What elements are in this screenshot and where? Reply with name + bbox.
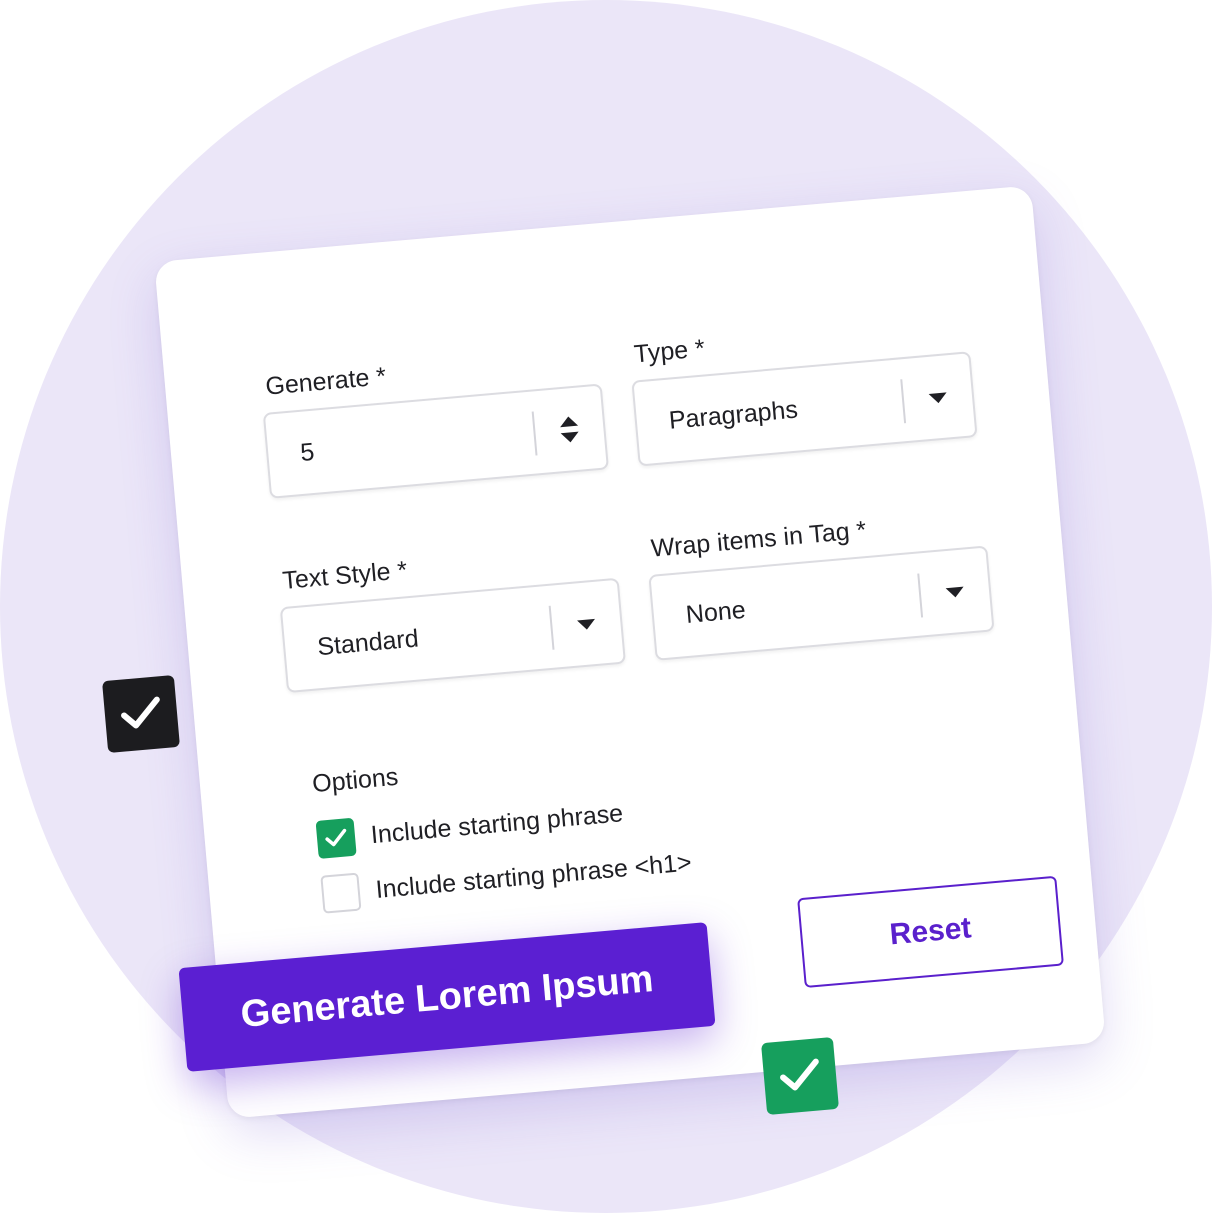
field-divider [531, 411, 538, 456]
option-row-starting-phrase[interactable]: Include starting phrase [315, 793, 624, 860]
text-style-label: Text Style * [281, 556, 409, 595]
generate-label: Generate * [264, 362, 388, 401]
wrap-tag-label: Wrap items in Tag * [649, 516, 868, 563]
decorative-dark-check-badge [101, 674, 181, 754]
reset-button[interactable]: Reset [797, 875, 1064, 989]
type-label: Type * [632, 334, 706, 369]
field-divider [917, 573, 924, 618]
decorative-green-check-badge [760, 1036, 840, 1116]
starting-phrase-h1-checkbox[interactable] [320, 872, 362, 914]
chevron-down-icon [928, 392, 947, 404]
type-dropdown[interactable]: Paragraphs [631, 351, 978, 467]
starting-phrase-checkbox[interactable] [315, 817, 357, 859]
type-value: Paragraphs [667, 395, 799, 435]
wrap-tag-value: None [684, 595, 747, 629]
starting-phrase-label: Include starting phrase [369, 798, 625, 849]
check-icon [780, 1058, 819, 1091]
text-style-value: Standard [316, 624, 420, 662]
options-heading: Options [311, 762, 400, 799]
text-style-dropdown[interactable]: Standard [279, 577, 626, 694]
chevron-down-icon [577, 618, 595, 630]
stepper-arrows-icon[interactable] [558, 413, 581, 447]
starting-phrase-h1-label: Include starting phrase <h1> [374, 847, 693, 904]
generate-value: 5 [299, 437, 316, 467]
generate-number-input[interactable]: 5 [262, 383, 609, 499]
check-icon [325, 828, 347, 847]
field-divider [548, 605, 555, 650]
chevron-down-icon [945, 586, 964, 598]
check-icon [121, 696, 160, 729]
wrap-tag-dropdown[interactable]: None [648, 545, 995, 661]
field-divider [900, 379, 907, 424]
